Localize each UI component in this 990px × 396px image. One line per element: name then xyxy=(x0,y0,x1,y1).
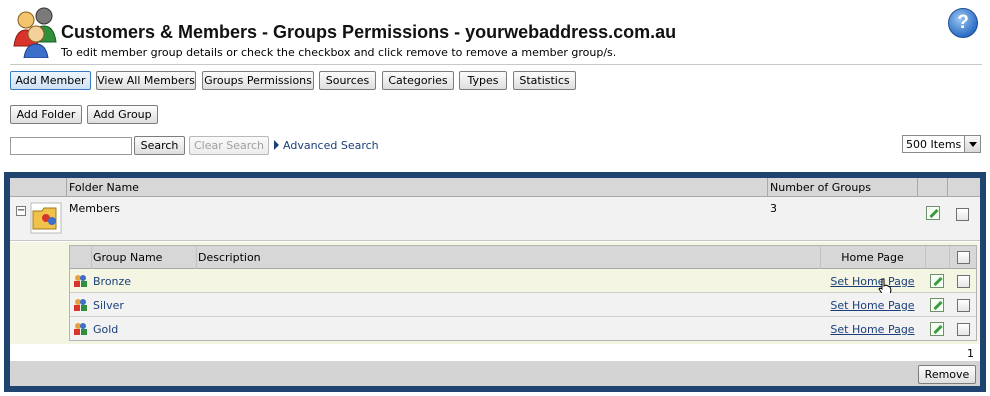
folder-group-count: 3 xyxy=(770,202,777,215)
group-icon xyxy=(74,323,87,335)
edit-group-icon[interactable] xyxy=(930,322,944,336)
set-home-page-link[interactable]: Set Home Page xyxy=(820,299,925,312)
add-folder-button[interactable]: Add Folder xyxy=(10,105,82,124)
group-icon xyxy=(74,299,87,311)
group-icon xyxy=(74,275,87,287)
folders-panel: Folder Name Number of Groups − Members 3… xyxy=(4,172,986,392)
header-divider xyxy=(10,64,982,65)
folder-row xyxy=(10,197,980,241)
edit-group-icon[interactable] xyxy=(930,274,944,288)
group-name-cell[interactable]: Silver xyxy=(93,299,124,312)
collapse-icon[interactable]: − xyxy=(16,206,26,216)
folder-members-icon xyxy=(30,202,62,234)
search-button[interactable]: Search xyxy=(134,136,185,155)
group-name-cell[interactable]: Bronze xyxy=(93,275,131,288)
groups-table: Group Name Description Home Page Bronze … xyxy=(69,245,977,341)
group-name-header: Group Name xyxy=(93,251,163,264)
group-checkbox[interactable] xyxy=(957,323,970,336)
categories-button[interactable]: Categories xyxy=(382,71,454,90)
set-home-page-link[interactable]: Set Home Page xyxy=(820,323,925,336)
statistics-button[interactable]: Statistics xyxy=(513,71,576,90)
help-icon[interactable]: ? xyxy=(948,8,978,38)
advanced-search-link[interactable]: Advanced Search xyxy=(274,139,379,152)
remove-button[interactable]: Remove xyxy=(918,365,976,384)
view-all-members-button[interactable]: View All Members xyxy=(96,71,196,90)
select-all-groups-checkbox[interactable] xyxy=(957,251,970,264)
groups-permissions-button[interactable]: Groups Permissions xyxy=(202,71,314,90)
items-per-page-select[interactable]: 500 Items xyxy=(902,135,981,153)
folder-name-header: Folder Name xyxy=(69,181,139,194)
description-header: Description xyxy=(198,251,261,264)
clear-search-button[interactable]: Clear Search xyxy=(189,136,269,155)
caret-right-icon xyxy=(274,140,279,150)
folder-checkbox[interactable] xyxy=(956,208,969,221)
search-input[interactable] xyxy=(10,137,132,155)
chevron-down-icon[interactable] xyxy=(964,136,980,152)
page-subtitle: To edit member group details or check th… xyxy=(61,46,617,59)
home-page-header: Home Page xyxy=(841,251,904,264)
types-button[interactable]: Types xyxy=(459,71,507,90)
advanced-search-label: Advanced Search xyxy=(283,139,379,152)
page-number[interactable]: 1 xyxy=(967,347,974,360)
folders-table: Folder Name Number of Groups − Members 3… xyxy=(10,178,980,386)
page-header: Customers & Members - Groups Permissions… xyxy=(12,6,982,64)
folder-name: Members xyxy=(69,202,120,215)
add-member-button[interactable]: Add Member xyxy=(10,71,91,90)
number-of-groups-header: Number of Groups xyxy=(770,181,872,194)
edit-group-icon[interactable] xyxy=(930,298,944,312)
group-checkbox[interactable] xyxy=(957,299,970,312)
table-footer xyxy=(10,361,980,386)
add-group-button[interactable]: Add Group xyxy=(87,105,158,124)
pagination-row xyxy=(10,344,980,361)
group-checkbox[interactable] xyxy=(957,275,970,288)
set-home-page-link[interactable]: Set Home Page xyxy=(820,275,925,288)
page-title: Customers & Members - Groups Permissions… xyxy=(61,22,677,42)
members-logo-icon xyxy=(13,7,57,58)
sources-button[interactable]: Sources xyxy=(319,71,376,90)
group-name-cell[interactable]: Gold xyxy=(93,323,118,336)
edit-folder-icon[interactable] xyxy=(926,206,940,220)
items-per-page-value: 500 Items xyxy=(906,138,962,151)
